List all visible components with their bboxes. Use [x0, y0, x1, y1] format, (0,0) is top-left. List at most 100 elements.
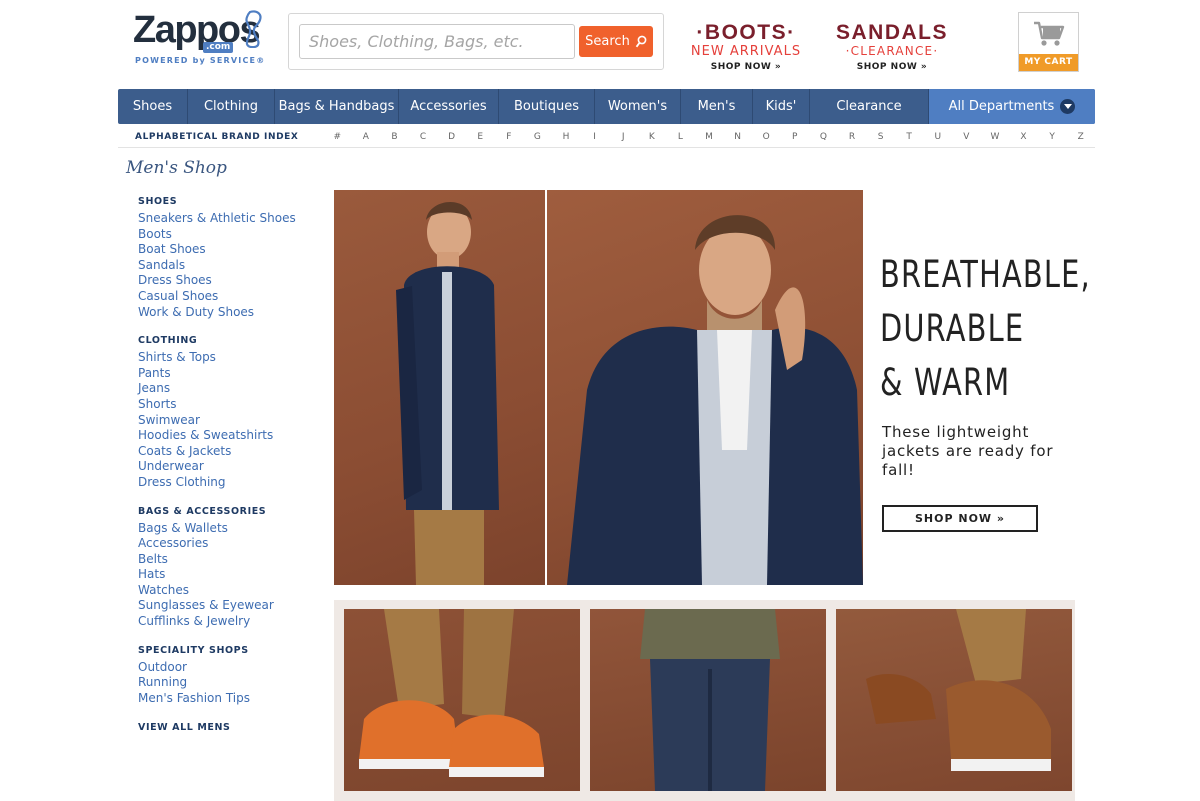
view-all-mens-link[interactable]: VIEW ALL MENS — [138, 722, 318, 733]
nav-item-clothing[interactable]: Clothing — [188, 89, 275, 124]
nav-item-womens[interactable]: Women's — [595, 89, 681, 124]
brand-index-letter[interactable]: L — [666, 132, 695, 142]
brand-index-letter[interactable]: D — [437, 132, 466, 142]
sidebar-link[interactable]: Watches — [138, 583, 318, 599]
brand-index-letter[interactable]: F — [495, 132, 524, 142]
promo-sandals[interactable]: SANDALS ·CLEARANCE· SHOP NOW » — [832, 22, 952, 73]
promo-boots[interactable]: ·BOOTS· NEW ARRIVALS SHOP NOW » — [683, 21, 809, 73]
sidebar-link[interactable]: Men's Fashion Tips — [138, 691, 318, 707]
logo-com-badge: .com — [203, 42, 234, 53]
brand-index-letter[interactable]: J — [609, 132, 638, 142]
promo-sandals-subtitle: ·CLEARANCE· — [845, 44, 939, 58]
search-button-label: Search — [585, 34, 630, 49]
cart-icon — [1034, 21, 1065, 46]
nav-item-clearance[interactable]: Clearance — [810, 89, 929, 124]
sidebar-link[interactable]: Dress Clothing — [138, 475, 318, 491]
brand-index-letter[interactable]: H — [552, 132, 581, 142]
sidebar-link[interactable]: Outdoor — [138, 660, 318, 676]
promo-boots-cta[interactable]: SHOP NOW » — [683, 62, 809, 72]
brand-index-letter[interactable]: T — [895, 132, 924, 142]
search-input[interactable] — [299, 24, 575, 59]
sidebar-link[interactable]: Boat Shoes — [138, 242, 318, 258]
hero-headline: BREATHABLE, DURABLE & WARM — [880, 248, 1091, 410]
brand-index-letter[interactable]: Q — [809, 132, 838, 142]
brand-index-letter[interactable]: X — [1009, 132, 1038, 142]
sidebar-link[interactable]: Jeans — [138, 381, 318, 397]
brand-index-letter[interactable]: C — [409, 132, 438, 142]
hero-headline-line-1: BREATHABLE, — [880, 253, 1091, 296]
sidebar-section: CLOTHING Shirts & Tops Pants Jeans Shorts Swi… — [138, 335, 318, 490]
all-departments-label: All Departments — [948, 99, 1055, 114]
brand-index-letter[interactable]: V — [952, 132, 981, 142]
hero-image-front[interactable] — [547, 190, 863, 585]
brand-index-letter[interactable]: S — [866, 132, 895, 142]
brand-index-letter[interactable]: E — [466, 132, 495, 142]
main-nav: Shoes Clothing Bags & Handbags Accessori… — [118, 89, 1095, 124]
search-bar: Search — [288, 13, 664, 70]
brand-index-letter[interactable]: R — [838, 132, 867, 142]
sidebar-link[interactable]: Shorts — [138, 397, 318, 413]
sidebar-section-heading: SPECIALITY SHOPS — [138, 644, 249, 656]
sidebar-section: SHOES Sneakers & Athletic Shoes Boots Boat … — [138, 196, 318, 320]
brand-index-letter[interactable]: N — [723, 132, 752, 142]
sidebar-link[interactable]: Sunglasses & Eyewear — [138, 598, 318, 614]
tile-shirt-jeans-image[interactable] — [590, 609, 826, 791]
brand-index-letter[interactable]: K — [638, 132, 667, 142]
all-departments-dropdown[interactable]: All Departments — [929, 89, 1095, 124]
sidebar-link[interactable]: Sandals — [138, 258, 318, 274]
hero-shop-now-button[interactable]: SHOP NOW » — [882, 505, 1038, 532]
nav-item-kids[interactable]: Kids' — [753, 89, 810, 124]
zappos-logo[interactable]: Zappos .com POWERED by SERVICE® — [133, 10, 264, 70]
brand-index-letter[interactable]: O — [752, 132, 781, 142]
brand-index-letter[interactable]: A — [352, 132, 381, 142]
sidebar-link[interactable]: Cufflinks & Jewelry — [138, 614, 318, 630]
sidebar-link[interactable]: Boots — [138, 227, 318, 243]
sidebar-link[interactable]: Casual Shoes — [138, 289, 318, 305]
sidebar-link[interactable]: Swimwear — [138, 413, 318, 429]
nav-item-mens[interactable]: Men's — [681, 89, 753, 124]
brand-index-title[interactable]: ALPHABETICAL BRAND INDEX — [118, 132, 323, 142]
nav-item-boutiques[interactable]: Boutiques — [499, 89, 595, 124]
sidebar-section-heading: BAGS & ACCESSORIES — [138, 505, 267, 517]
brand-index-letter[interactable]: W — [981, 132, 1010, 142]
brand-index-letter[interactable]: Z — [1066, 132, 1095, 142]
tile-sneakers-image[interactable] — [344, 609, 580, 791]
product-tiles — [334, 600, 1075, 801]
brand-index-letter[interactable]: B — [380, 132, 409, 142]
brand-index-letter[interactable]: I — [580, 132, 609, 142]
sidebar-link[interactable]: Dress Shoes — [138, 273, 318, 289]
search-button[interactable]: Search — [579, 26, 653, 57]
nav-item-accessories[interactable]: Accessories — [399, 89, 499, 124]
sidebar-link[interactable]: Hats — [138, 567, 318, 583]
tile-boots-image[interactable] — [836, 609, 1072, 791]
sidebar-link[interactable]: Belts — [138, 552, 318, 568]
brand-index-letter[interactable]: # — [323, 132, 352, 142]
promo-boots-title: ·BOOTS· — [696, 21, 796, 44]
brand-index-letter[interactable]: P — [780, 132, 809, 142]
sidebar-link[interactable]: Work & Duty Shoes — [138, 305, 318, 321]
brand-index-letter[interactable]: M — [695, 132, 724, 142]
hero-image-side-profile[interactable] — [334, 190, 545, 585]
promo-sandals-cta[interactable]: SHOP NOW » — [832, 62, 952, 72]
sidebar-section-heading: SHOES — [138, 196, 178, 207]
sidebar-nav: SHOES Sneakers & Athletic Shoes Boots Boat … — [138, 196, 318, 733]
sidebar-link[interactable]: Accessories — [138, 536, 318, 552]
sidebar-section: BAGS & ACCESSORIES Bags & Wallets Accessor… — [138, 506, 318, 630]
sidebar-link[interactable]: Coats & Jackets — [138, 444, 318, 460]
sidebar-link[interactable]: Pants — [138, 366, 318, 382]
promo-boots-subtitle: NEW ARRIVALS — [690, 44, 802, 59]
brand-index-letter[interactable]: Y — [1038, 132, 1067, 142]
nav-item-bags-handbags[interactable]: Bags & Handbags — [275, 89, 399, 124]
cart-button[interactable]: MY CART — [1018, 12, 1079, 72]
sidebar-link[interactable]: Underwear — [138, 459, 318, 475]
sidebar-link[interactable]: Sneakers & Athletic Shoes — [138, 211, 318, 227]
sidebar-section-heading: CLOTHING — [138, 335, 198, 347]
sidebar-link[interactable]: Hoodies & Sweatshirts — [138, 428, 318, 444]
sidebar-link[interactable]: Shirts & Tops — [138, 350, 318, 366]
chevron-down-icon — [1060, 99, 1076, 114]
brand-index-letter[interactable]: U — [923, 132, 952, 142]
sidebar-link[interactable]: Running — [138, 675, 318, 691]
sidebar-link[interactable]: Bags & Wallets — [138, 521, 318, 537]
nav-item-shoes[interactable]: Shoes — [118, 89, 188, 124]
brand-index-letter[interactable]: G — [523, 132, 552, 142]
